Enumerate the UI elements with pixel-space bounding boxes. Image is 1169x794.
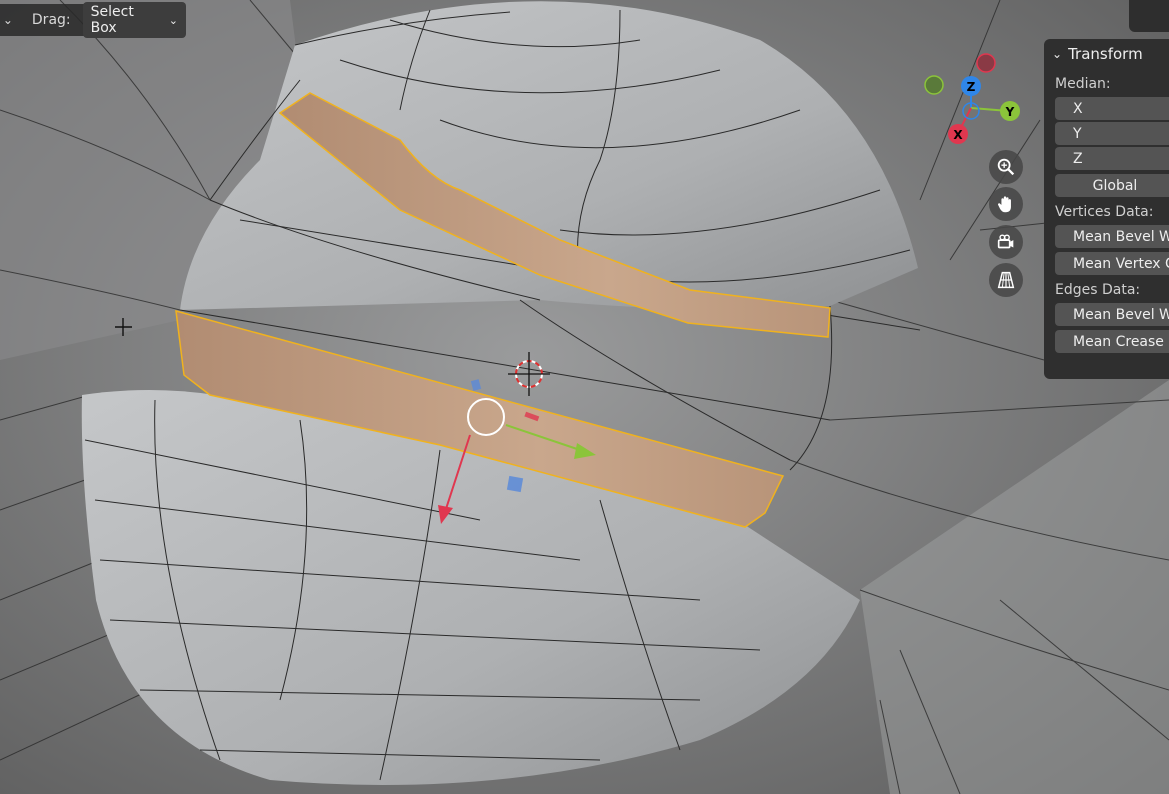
nav-neg-y-dot[interactable] <box>924 75 944 95</box>
median-x-field[interactable]: X <box>1055 97 1169 120</box>
nav-z-label: Z <box>967 80 976 94</box>
chevron-down-icon: ⌄ <box>168 13 178 27</box>
median-label: Median: <box>1055 76 1111 92</box>
mean-vertex-crease-field[interactable]: Mean Vertex C <box>1055 252 1169 275</box>
sidebar-transform-panel: ⌄ Transform Median: X Y Z Global Vertice… <box>1044 39 1169 379</box>
nav-neg-x-dot[interactable] <box>976 53 996 73</box>
3d-viewport[interactable]: Z Y X <box>0 0 1169 794</box>
median-y-field[interactable]: Y <box>1055 122 1169 145</box>
select-mode-value: Select Box <box>90 4 134 36</box>
transform-title: Transform <box>1068 45 1143 63</box>
mean-bevel-weight-edge-field[interactable]: Mean Bevel W <box>1055 303 1169 326</box>
transform-section-header[interactable]: ⌄ Transform <box>1044 39 1169 69</box>
select-mode-dropdown[interactable]: Select Box ⌄ <box>82 2 186 38</box>
grid-perspective-icon[interactable] <box>989 263 1023 297</box>
header-toolbar: ⌄ Drag: Select Box ⌄ <box>0 2 186 38</box>
header-corner <box>1129 0 1169 32</box>
global-local-toggle[interactable]: Global <box>1055 174 1169 197</box>
median-z-field[interactable]: Z <box>1055 147 1169 170</box>
vertices-data-label: Vertices Data: <box>1055 204 1154 220</box>
nav-y-label: Y <box>1005 105 1015 119</box>
chevron-down-icon: ⌄ <box>1052 47 1063 61</box>
pan-hand-icon[interactable] <box>989 187 1023 221</box>
edges-data-label: Edges Data: <box>1055 282 1141 298</box>
drag-label: Drag: <box>31 12 71 28</box>
mode-dropdown-chevron-icon[interactable]: ⌄ <box>0 13 16 27</box>
camera-icon[interactable] <box>989 225 1023 259</box>
mean-crease-field[interactable]: Mean Crease <box>1055 330 1169 353</box>
mean-bevel-weight-vertex-field[interactable]: Mean Bevel W <box>1055 225 1169 248</box>
zoom-icon[interactable] <box>989 150 1023 184</box>
nav-x-label: X <box>953 128 963 142</box>
